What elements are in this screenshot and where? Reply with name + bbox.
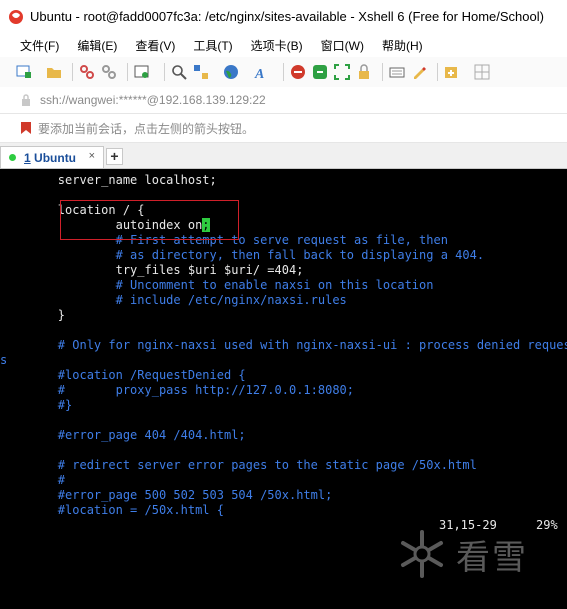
tab-label: 1 Ubuntu bbox=[24, 150, 77, 165]
terminal-line: # redirect server error pages to the sta… bbox=[0, 458, 477, 472]
toolbar-separator bbox=[72, 63, 73, 81]
menu-edit[interactable]: 编辑(E) bbox=[68, 37, 126, 54]
terminal-area[interactable]: server_name localhost; location / { auto… bbox=[0, 169, 567, 609]
menu-window[interactable]: 窗口(W) bbox=[312, 37, 373, 54]
session-address[interactable]: ssh://wangwei:******@192.168.139.129:22 bbox=[40, 93, 266, 107]
terminal-line: # bbox=[0, 473, 66, 487]
tab-bar: 1 Ubuntu × + bbox=[0, 143, 567, 169]
font-icon[interactable]: A bbox=[253, 64, 269, 80]
terminal-line: #error_page 500 502 503 504 /50x.html; bbox=[0, 488, 333, 502]
tab-ubuntu[interactable]: 1 Ubuntu × bbox=[0, 146, 104, 168]
new-session-icon[interactable] bbox=[16, 64, 32, 80]
toolbar-separator bbox=[283, 63, 284, 81]
fullscreen-icon[interactable] bbox=[334, 64, 350, 80]
toolbar-separator bbox=[164, 63, 165, 81]
terminal-line: # Uncomment to enable naxsi on this loca… bbox=[0, 278, 434, 292]
terminal-line: # proxy_pass http://127.0.0.1:8080; bbox=[0, 383, 355, 397]
watermark: 看雪 bbox=[396, 523, 556, 585]
layout-icon[interactable] bbox=[193, 64, 209, 80]
terminal-line: #} bbox=[0, 398, 73, 412]
connected-status-icon bbox=[9, 154, 16, 161]
window-title: Ubuntu - root@fadd0007fc3a: /etc/nginx/s… bbox=[30, 9, 544, 24]
globe-icon[interactable] bbox=[223, 64, 239, 80]
xftp-icon[interactable] bbox=[290, 64, 306, 80]
title-bar: Ubuntu - root@fadd0007fc3a: /etc/nginx/s… bbox=[0, 0, 567, 33]
menu-tabs[interactable]: 选项卡(B) bbox=[242, 37, 312, 54]
terminal-line: # include /etc/nginx/naxsi.rules bbox=[0, 293, 347, 307]
grid-icon[interactable] bbox=[474, 64, 490, 80]
terminal-line: try_files $uri $uri/ =404; bbox=[0, 263, 304, 277]
disconnect-icon[interactable] bbox=[101, 64, 117, 80]
terminal-line: s bbox=[0, 353, 8, 367]
connect-icon[interactable] bbox=[79, 64, 95, 80]
toolbar-separator bbox=[382, 63, 383, 81]
menu-help[interactable]: 帮助(H) bbox=[373, 37, 432, 54]
terminal-line: # as directory, then fall back to displa… bbox=[0, 248, 485, 262]
new-tab-button[interactable]: + bbox=[106, 148, 123, 165]
watermark-text: 看雪 bbox=[456, 537, 528, 578]
tab-close-icon[interactable]: × bbox=[89, 150, 95, 162]
xshell-app-icon bbox=[9, 9, 23, 24]
properties-icon[interactable] bbox=[134, 64, 150, 80]
terminal-line: #location /RequestDenied { bbox=[0, 368, 246, 382]
toolbar: A bbox=[0, 57, 567, 88]
add-tab-icon[interactable] bbox=[444, 64, 460, 80]
terminal-line: #location = /50x.html { bbox=[0, 503, 224, 517]
menu-bar: 文件(F) 编辑(E) 查看(V) 工具(T) 选项卡(B) 窗口(W) 帮助(… bbox=[0, 33, 567, 57]
lock-icon[interactable] bbox=[356, 64, 372, 80]
menu-view[interactable]: 查看(V) bbox=[126, 37, 184, 54]
svg-text:A: A bbox=[254, 67, 264, 80]
session-hint-text: 要添加当前会话，点击左侧的箭头按钮。 bbox=[38, 121, 255, 136]
toolbar-separator bbox=[127, 63, 128, 81]
terminal-line: # Only for nginx-naxsi used with nginx-n… bbox=[0, 338, 567, 352]
highlight-box bbox=[60, 200, 239, 240]
bookmark-arrow-icon[interactable] bbox=[20, 121, 32, 135]
address-lock-icon bbox=[22, 94, 30, 106]
open-folder-icon[interactable] bbox=[46, 64, 62, 80]
address-bar: ssh://wangwei:******@192.168.139.129:22 bbox=[0, 87, 567, 114]
transfer-icon[interactable] bbox=[312, 64, 328, 80]
terminal-line: } bbox=[0, 308, 66, 322]
terminal-line: server_name localhost; bbox=[0, 173, 217, 187]
toolbar-separator bbox=[437, 63, 438, 81]
terminal-line: #error_page 404 /404.html; bbox=[0, 428, 246, 442]
menu-tools[interactable]: 工具(T) bbox=[184, 37, 241, 54]
highlight-icon[interactable] bbox=[411, 64, 427, 80]
search-icon[interactable] bbox=[171, 64, 187, 80]
menu-file[interactable]: 文件(F) bbox=[11, 37, 68, 54]
snowflake-icon bbox=[401, 530, 443, 578]
keyboard-icon[interactable] bbox=[389, 64, 405, 80]
session-hint-bar: 要添加当前会话，点击左侧的箭头按钮。 bbox=[0, 114, 567, 143]
